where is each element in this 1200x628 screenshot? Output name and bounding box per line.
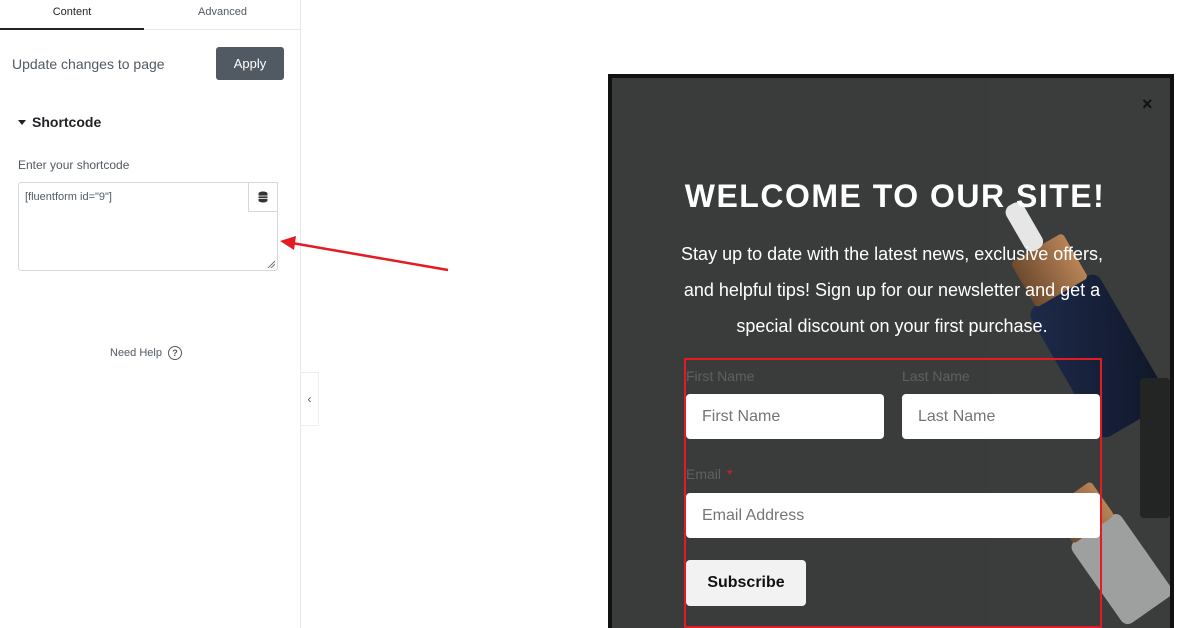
apply-button[interactable]: Apply [216,47,284,80]
shortcode-label: Enter your shortcode [18,158,130,172]
editor-panel: Content Advanced Update changes to page … [0,0,301,628]
shortcode-section-toggle[interactable]: Shortcode [18,114,101,130]
tab-advanced[interactable]: Advanced [144,0,301,30]
dynamic-tags-button[interactable] [248,182,278,212]
panel-tabs: Content Advanced [0,0,301,30]
first-name-input[interactable] [686,394,884,439]
last-name-input[interactable] [902,394,1100,439]
database-icon [258,191,268,203]
need-help-label: Need Help [110,347,162,359]
required-marker: * [727,466,733,482]
first-name-label: First Name [686,368,755,384]
tab-content[interactable]: Content [0,0,144,30]
email-input[interactable] [686,493,1100,538]
newsletter-popup: × WELCOME TO OUR SITE! Stay up to date w… [608,74,1174,628]
chevron-left-icon: ‹ [307,392,312,406]
update-changes-text: Update changes to page [12,56,165,72]
shortcode-value: [fluentform id="9"] [25,191,112,203]
help-circle-icon: ? [167,346,182,360]
caret-down-icon [18,119,26,125]
popup-title: WELCOME TO OUR SITE! [684,178,1106,214]
email-label: Email * [686,466,732,482]
section-title: Shortcode [32,114,102,130]
last-name-label: Last Name [902,368,970,384]
subscribe-button[interactable]: Subscribe [686,560,806,606]
close-icon[interactable]: × [1142,94,1153,115]
collapse-panel-button[interactable]: ‹ [301,372,319,426]
popup-intro: Stay up to date with the latest news, ex… [681,244,1103,336]
email-label-text: Email [686,466,722,482]
need-help-link[interactable]: Need Help ? [110,346,182,360]
shortcode-textarea[interactable]: [fluentform id="9"] [18,182,278,271]
annotation-arrow-icon [280,236,449,272]
screen: Content Advanced Update changes to page … [0,0,1200,628]
